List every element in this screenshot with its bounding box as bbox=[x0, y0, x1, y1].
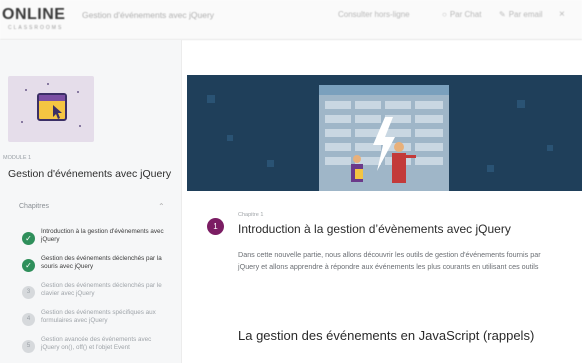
chapter-number-badge: 1 bbox=[207, 218, 224, 235]
chapter-hero-illustration bbox=[187, 75, 582, 191]
chapter-item-2[interactable]: ✓ Gestion des événements déclenchés par … bbox=[22, 255, 172, 281]
chat-label: Par Chat bbox=[449, 10, 482, 19]
chapters-heading[interactable]: Chapitres bbox=[19, 203, 49, 210]
chapter-label: Gestion des événements déclenchés par le… bbox=[41, 282, 162, 297]
close-icon: × bbox=[559, 9, 565, 20]
chapter-item-1[interactable]: ✓ Introduction à la gestion d'évènements… bbox=[22, 228, 172, 254]
chapter-number: 5 bbox=[22, 340, 35, 353]
chapter-title: Introduction à la gestion d’évènements a… bbox=[238, 222, 511, 236]
offline-button[interactable]: Consulter hors-ligne bbox=[338, 10, 410, 19]
chapter-label: Gestion des événements déclenchés par la… bbox=[41, 255, 162, 270]
chapter-item-3[interactable]: 3 Gestion des événements déclenchés par … bbox=[22, 282, 172, 308]
offline-label: Consulter hors-ligne bbox=[338, 10, 410, 19]
logo[interactable]: ONLINE bbox=[2, 7, 65, 23]
check-icon: ✓ bbox=[22, 259, 35, 272]
close-button[interactable]: × bbox=[559, 9, 565, 20]
pencil-icon: ✎ bbox=[499, 10, 506, 19]
chapter-number: 3 bbox=[22, 286, 35, 299]
email-button[interactable]: ✎ Par email bbox=[499, 10, 543, 19]
module-label: MODULE 1 bbox=[3, 155, 32, 161]
logo-subtitle: CLASSROOMS bbox=[8, 25, 64, 31]
course-title: Gestion d'événements avec jQuery bbox=[82, 10, 215, 20]
chapter-label: Introduction à la gestion d'évènements a… bbox=[41, 228, 164, 243]
check-icon: ✓ bbox=[22, 232, 35, 245]
chapter-label: Gestion avancée des événements avec jQue… bbox=[41, 336, 152, 351]
chapter-item-5[interactable]: 5 Gestion avancée des événements avec jQ… bbox=[22, 336, 172, 362]
intro-paragraph: Dans cette nouvelle partie, nous allons … bbox=[238, 250, 541, 271]
sidebar: MODULE 1 Gestion d'événements avec jQuer… bbox=[0, 40, 182, 363]
top-bar: ONLINE CLASSROOMS Gestion d'événements a… bbox=[0, 0, 582, 40]
chapter-label: Chapitre 1 bbox=[238, 212, 264, 218]
chapter-item-4[interactable]: 4 Gestion des événements spécifiques aux… bbox=[22, 309, 172, 335]
chevron-up-icon[interactable]: ⌃ bbox=[158, 202, 165, 211]
email-label: Par email bbox=[508, 10, 543, 19]
sparkle-icon bbox=[21, 83, 81, 127]
chat-icon: ○ bbox=[442, 10, 447, 19]
module-title: Gestion d'événements avec jQuery bbox=[8, 168, 172, 180]
module-thumbnail bbox=[8, 76, 94, 142]
chapter-content: 1 Chapitre 1 Introduction à la gestion d… bbox=[187, 191, 582, 363]
chapter-label: Gestion des événements spécifiques aux f… bbox=[41, 309, 156, 324]
chat-button[interactable]: ○ Par Chat bbox=[442, 10, 481, 19]
chapter-number: 4 bbox=[22, 313, 35, 326]
section-heading: La gestion des événements en JavaScript … bbox=[238, 328, 535, 343]
hero-graphic bbox=[187, 75, 582, 191]
app-window: ONLINE CLASSROOMS Gestion d'événements a… bbox=[0, 0, 582, 363]
